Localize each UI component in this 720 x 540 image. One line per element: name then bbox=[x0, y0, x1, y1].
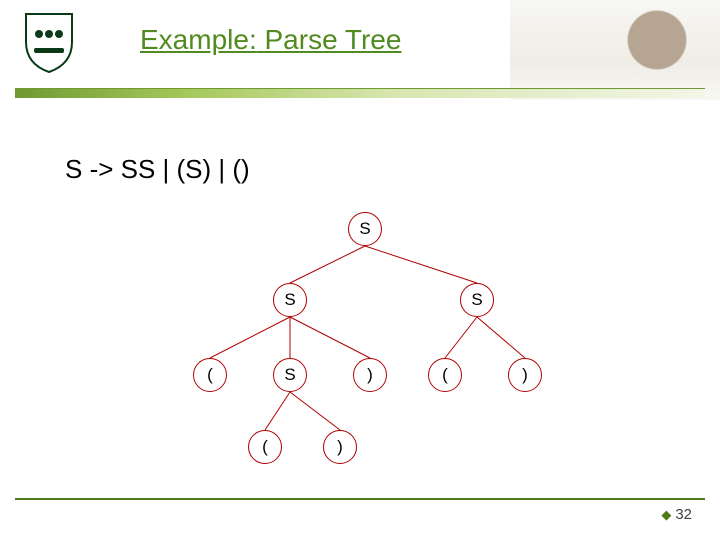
tree-node-sR: S bbox=[460, 283, 494, 317]
tree-node-lp3: ( bbox=[248, 430, 282, 464]
tree-node-root: S bbox=[348, 212, 382, 246]
footer-divider bbox=[15, 498, 705, 500]
tree-node-rp2: ) bbox=[508, 358, 542, 392]
parse-tree-diagram: S S S ( S) () () bbox=[0, 0, 720, 540]
bullet-icon: ◆ bbox=[661, 507, 671, 522]
tree-node-lp2: ( bbox=[428, 358, 462, 392]
tree-node-rp3: ) bbox=[323, 430, 357, 464]
tree-node-sL: S bbox=[273, 283, 307, 317]
parse-tree-edges bbox=[0, 0, 720, 540]
slide-number: ◆ 32 bbox=[661, 506, 692, 523]
tree-node-lp1: ( bbox=[193, 358, 227, 392]
page-number: 32 bbox=[675, 506, 692, 523]
slide: Example: Parse Tree S -> SS | (S) | () S… bbox=[0, 0, 720, 540]
tree-node-rp1: ) bbox=[353, 358, 387, 392]
tree-node-sM: S bbox=[273, 358, 307, 392]
